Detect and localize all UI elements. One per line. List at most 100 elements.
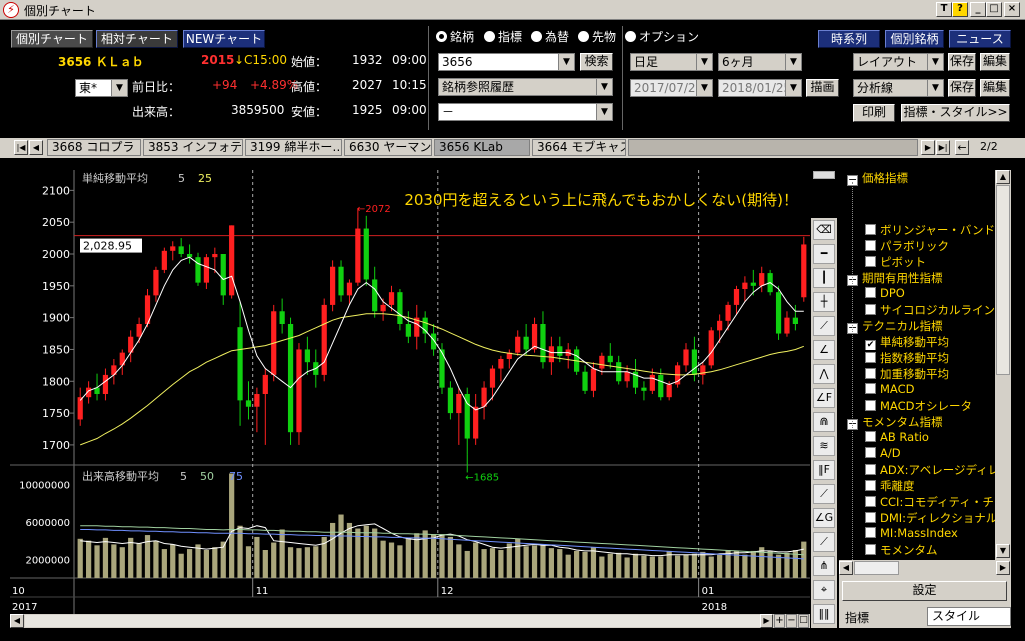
panel-category-header[interactable]: − 価格指標 — [847, 170, 1011, 186]
chart-scroll-track[interactable] — [25, 615, 760, 627]
period-select[interactable]: 日足 ▼ — [630, 53, 713, 71]
text-button[interactable]: T — [936, 2, 952, 17]
ray-icon[interactable]: ⟋ — [813, 484, 835, 504]
panel-hscroll[interactable]: ◀ ▶ — [839, 560, 1011, 576]
close-button[interactable]: × — [1004, 2, 1020, 17]
stock-tab[interactable]: 3656 KLab — [434, 139, 530, 156]
radio-options[interactable]: オプション — [625, 28, 699, 45]
stock-tab[interactable]: 3668 コロプラ — [47, 139, 141, 156]
trendline-icon[interactable]: ⟋ — [813, 316, 835, 336]
analysis-select[interactable]: 分析線 ▼ — [853, 79, 944, 97]
indicator-item[interactable]: MI:MassIndex — [865, 526, 1011, 542]
tab-style[interactable]: スタイル — [927, 607, 1011, 626]
stock-tab[interactable]: 3853 インフォテリ — [143, 139, 243, 156]
nav-relative-chart[interactable]: 相対チャート — [96, 30, 178, 48]
radio-index[interactable]: 指標 — [484, 28, 522, 45]
radio-fx[interactable]: 為替 — [531, 28, 569, 45]
eraser-icon[interactable]: ⌫ — [813, 220, 835, 240]
nav-news[interactable]: ニュース — [949, 30, 1011, 48]
indicator-item[interactable]: CCI:コモディティ・チャ — [865, 494, 1011, 510]
save-analysis-button[interactable]: 保存 — [948, 79, 976, 97]
indicator-item[interactable]: A/D — [865, 446, 1011, 462]
indicator-item[interactable]: ボリンジャー・バンド — [865, 222, 1011, 238]
radio-stock[interactable]: 銘柄 — [436, 28, 474, 45]
indicator-item[interactable]: ✔ 単純移動平均 — [865, 334, 1011, 350]
indicator-item[interactable]: 指数移動平均 — [865, 350, 1011, 366]
channel-icon[interactable]: ≋ — [813, 436, 835, 456]
nav-individual-chart[interactable]: 個別チャート — [11, 30, 93, 48]
indicator-category[interactable]: − モメンタム指標 — [847, 414, 1011, 430]
minimize-button[interactable]: _ — [970, 2, 986, 17]
indicator-category[interactable]: − 期間有用性指標 — [847, 270, 1011, 286]
fit-icon[interactable]: □ — [798, 614, 809, 628]
cycle-icon[interactable]: ⌖ — [813, 580, 835, 600]
indicator-item[interactable]: DMI:ディレクショナル — [865, 510, 1011, 526]
indicator-item[interactable]: 加重移動平均 — [865, 366, 1011, 382]
fork-icon[interactable]: ⋔ — [813, 556, 835, 576]
regression-icon[interactable]: ⟋ — [813, 532, 835, 552]
indicator-style-button[interactable]: 指標・スタイル>> — [901, 104, 1010, 122]
indicator-item[interactable]: AB Ratio — [865, 430, 1011, 446]
first-tab-icon[interactable]: |◀ — [14, 140, 28, 155]
hscroll-thumb[interactable] — [854, 561, 899, 575]
scroll-right-icon[interactable]: ▶ — [760, 614, 773, 628]
prev-tab-icon[interactable]: ◀ — [29, 140, 43, 155]
stock-tab[interactable]: 3664 モブキャス — [532, 139, 626, 156]
angle-icon[interactable]: ∠ — [813, 340, 835, 360]
stock-tab[interactable]: 6630 ヤーマン — [344, 139, 432, 156]
fib-time-icon[interactable]: ‖F — [813, 460, 835, 480]
nav-individual-stock[interactable]: 個別銘柄 — [885, 30, 944, 48]
scroll-down-icon[interactable]: ▼ — [996, 544, 1010, 558]
chart-hscroll[interactable]: ◀ ▶ + − □ — [10, 614, 810, 628]
indicator-item[interactable]: 乖離度 — [865, 478, 1011, 494]
panel-vscroll[interactable]: ▲ ▼ — [995, 170, 1011, 560]
zoom-in-icon[interactable]: + — [774, 614, 785, 628]
indicator-item[interactable]: ピボット — [865, 254, 1011, 270]
radio-futures[interactable]: 先物 — [578, 28, 616, 45]
help-button[interactable]: ? — [952, 2, 968, 17]
scroll-right-icon[interactable]: ▶ — [996, 561, 1010, 575]
indicator-item[interactable]: パラボリック — [865, 238, 1011, 254]
last-tab-icon[interactable]: ▶| — [936, 140, 950, 155]
date-from-select[interactable]: 2017/07/25 ▼ — [630, 79, 713, 97]
tab-indicators[interactable]: 指標 — [845, 609, 869, 626]
cross-icon[interactable]: ┼ — [813, 292, 835, 312]
arc-icon[interactable]: ⋒ — [813, 412, 835, 432]
stock-tab[interactable]: 3199 綿半ホー… — [245, 139, 342, 156]
date-to-select[interactable]: 2018/01/25 ▼ — [718, 79, 802, 97]
indicator-item[interactable]: MACDオシレータ — [865, 398, 1011, 414]
market-select[interactable]: 東* ▼ — [75, 79, 128, 97]
back-arrow-icon[interactable]: ← — [955, 140, 969, 155]
period-icon[interactable]: ‖‖ — [813, 604, 835, 624]
zoom-out-icon[interactable]: − — [786, 614, 797, 628]
scroll-left-icon[interactable]: ◀ — [839, 561, 853, 575]
indicator-item[interactable]: サイコロジカルライン — [865, 302, 1011, 318]
scroll-up-icon[interactable]: ▲ — [996, 170, 1010, 184]
scroll-left-icon[interactable]: ◀ — [10, 614, 24, 628]
history-select[interactable]: 銘柄参照履歴 ▼ — [438, 78, 613, 96]
nav-time-series[interactable]: 時系列 — [818, 30, 880, 48]
indicator-item[interactable]: ADX:アベレージディレ — [865, 462, 1011, 478]
edit-analysis-button[interactable]: 編集 — [980, 79, 1010, 97]
indicator-item[interactable]: DPO — [865, 286, 1011, 302]
save-layout-button[interactable]: 保存 — [948, 53, 976, 71]
maximize-button[interactable]: □ — [986, 2, 1002, 17]
nav-new-chart[interactable]: NEWチャート — [183, 30, 265, 48]
fibonacci-icon[interactable]: ∠F — [813, 388, 835, 408]
sub-select[interactable]: － ▼ — [438, 103, 613, 121]
layout-select[interactable]: レイアウト ▼ — [853, 53, 944, 71]
gann-icon[interactable]: ∠G — [813, 508, 835, 528]
draw-button[interactable]: 描画 — [806, 79, 839, 97]
chart-area[interactable]: 10 11 12 01 2017 2018 2100 2050 2000 1950 1900 1850… — [10, 170, 810, 614]
print-button[interactable]: 印刷 — [853, 104, 895, 122]
indicator-item[interactable]: モメンタム — [865, 542, 1011, 558]
vline-icon[interactable]: ┃ — [813, 268, 835, 288]
hline-icon[interactable]: ━ — [813, 244, 835, 264]
indicator-item[interactable]: MACD — [865, 382, 1011, 398]
indicator-category[interactable]: − テクニカル指標 — [847, 318, 1011, 334]
fan-icon[interactable]: ⋀ — [813, 364, 835, 384]
edit-layout-button[interactable]: 編集 — [980, 53, 1010, 71]
settings-button[interactable]: 設定 — [842, 581, 1007, 601]
range-select[interactable]: 6ヶ月 ▼ — [718, 53, 802, 71]
toolbar-grip[interactable] — [813, 171, 835, 179]
